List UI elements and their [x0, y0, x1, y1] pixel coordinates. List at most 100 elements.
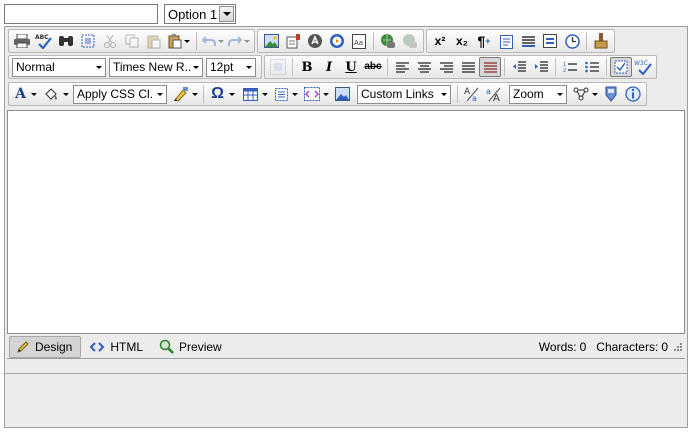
image-manager-icon[interactable] — [260, 31, 282, 51]
find-icon[interactable] — [55, 31, 77, 51]
custom-links-select[interactable]: Custom Links — [357, 84, 451, 104]
design-content-area[interactable] — [7, 110, 685, 334]
font-size-select[interactable]: 12pt — [206, 57, 256, 77]
chevron-down-icon[interactable] — [291, 92, 298, 96]
remove-link-icon[interactable] — [399, 31, 421, 51]
words-value: 0 — [579, 339, 587, 354]
select-all-icon[interactable] — [77, 31, 99, 51]
undo-icon[interactable] — [200, 31, 226, 51]
chevron-down-icon[interactable] — [244, 39, 250, 43]
chevron-down-icon[interactable] — [228, 92, 235, 96]
media-manager-icon[interactable] — [304, 31, 326, 51]
chevron-down-icon[interactable] — [30, 92, 37, 96]
chevron-down-icon[interactable] — [438, 92, 450, 96]
hyperlink-icon[interactable] — [377, 31, 399, 51]
chevron-down-icon[interactable] — [62, 92, 69, 96]
tab-html[interactable]: HTML — [83, 336, 151, 358]
justify-none-icon[interactable] — [479, 57, 501, 77]
format-stripper-icon[interactable] — [590, 31, 612, 51]
format-code-block-icon[interactable] — [170, 84, 200, 104]
svg-text:A: A — [464, 87, 471, 97]
toolbar-group-edit: ABC — [8, 29, 255, 53]
underline-icon[interactable]: U — [340, 57, 362, 77]
font-name-value: Times New R... — [113, 60, 190, 74]
spellcheck-text: ABC — [35, 34, 49, 41]
resize-grip-icon[interactable] — [671, 341, 683, 353]
svg-text:a: a — [486, 87, 491, 96]
align-left-icon[interactable] — [391, 57, 413, 77]
font-color-icon[interactable]: A — [11, 84, 41, 104]
insert-form-element-icon[interactable] — [301, 84, 331, 104]
horizontal-rule-icon[interactable] — [517, 31, 539, 51]
about-icon[interactable] — [622, 84, 644, 104]
css-class-select[interactable]: Apply CSS Cl... — [73, 84, 167, 104]
chevron-down-icon[interactable] — [261, 92, 268, 96]
convert-upper-icon[interactable]: aA — [483, 84, 505, 104]
image-map-editor-icon[interactable] — [331, 84, 353, 104]
svg-text:Aa: Aa — [354, 39, 363, 47]
option-select[interactable]: Option 1 — [164, 4, 236, 24]
toggle-borders-icon[interactable] — [610, 57, 632, 77]
spellcheck-icon[interactable]: ABC — [33, 31, 55, 51]
snippet-icon[interactable] — [495, 31, 517, 51]
outdent-icon[interactable] — [508, 57, 530, 77]
chevron-down-icon[interactable] — [191, 92, 198, 96]
chevron-down-icon[interactable] — [218, 39, 224, 43]
cut-icon[interactable] — [99, 31, 121, 51]
module-manager-icon[interactable] — [570, 84, 600, 104]
multimedia-icon[interactable] — [326, 31, 348, 51]
insert-snippet-icon[interactable] — [271, 84, 301, 104]
italic-icon[interactable]: I — [318, 57, 340, 77]
numbered-list-icon[interactable]: 12 — [559, 57, 581, 77]
chevron-down-icon[interactable] — [190, 65, 202, 69]
copy-icon[interactable] — [121, 31, 143, 51]
chevron-down-icon[interactable] — [184, 39, 190, 43]
words-label: Words: — [538, 339, 577, 354]
insert-symbol-icon[interactable]: Ω — [207, 84, 239, 104]
chevron-down-icon[interactable] — [93, 65, 105, 69]
paste-icon[interactable] — [143, 31, 165, 51]
chevron-down-icon[interactable] — [591, 92, 598, 96]
strikethrough-icon[interactable]: abc — [362, 57, 384, 77]
code-icon — [89, 341, 105, 352]
chevron-down-icon[interactable] — [154, 92, 166, 96]
toolbar-separator — [203, 85, 204, 103]
html-editor: ABC Aa x² x₂ ¶ + Normal Times New R... 1… — [4, 26, 688, 428]
document-manager-icon[interactable]: Aa — [348, 31, 370, 51]
redo-icon[interactable] — [226, 31, 252, 51]
flash-manager-icon[interactable] — [282, 31, 304, 51]
clock-icon[interactable] — [561, 31, 583, 51]
paragraph-format-select[interactable]: Normal — [12, 57, 106, 77]
highlight-color-icon[interactable] — [41, 84, 71, 104]
convert-lower-icon[interactable]: Aa — [461, 84, 483, 104]
indent-icon[interactable] — [530, 57, 552, 77]
paragraph-icon[interactable]: ¶ + — [473, 31, 495, 51]
track-changes-icon[interactable] — [600, 84, 622, 104]
print-icon[interactable] — [11, 31, 33, 51]
bold-icon[interactable]: B — [296, 57, 318, 77]
chevron-down-icon[interactable] — [219, 6, 234, 22]
xhtml-validator-icon[interactable]: W3C — [632, 57, 654, 77]
tab-design[interactable]: Design — [9, 335, 82, 358]
tab-preview[interactable]: Preview — [153, 336, 230, 358]
toolbar-group-insert-2: A Apply CSS Cl... Ω Custom Links A a a A… — [8, 82, 647, 106]
omega-glyph: Ω — [211, 85, 224, 102]
bulleted-list-icon[interactable] — [581, 57, 603, 77]
insert-table-icon[interactable] — [239, 84, 271, 104]
status-strip-divider — [5, 373, 687, 374]
form-element-icon[interactable] — [539, 31, 561, 51]
image-map-icon[interactable] — [267, 57, 289, 77]
justify-icon[interactable] — [457, 57, 479, 77]
paste-options-icon[interactable] — [165, 31, 193, 51]
align-right-icon[interactable] — [435, 57, 457, 77]
subscript-icon[interactable]: x₂ — [451, 31, 473, 51]
font-name-select[interactable]: Times New R... — [109, 57, 203, 77]
custom-links-value: Custom Links — [361, 87, 434, 101]
zoom-select[interactable]: Zoom — [509, 84, 567, 104]
align-center-icon[interactable] — [413, 57, 435, 77]
superscript-icon[interactable]: x² — [429, 31, 451, 51]
top-text-input[interactable] — [4, 4, 158, 24]
chevron-down-icon[interactable] — [554, 92, 566, 96]
chevron-down-icon[interactable] — [322, 92, 329, 96]
chevron-down-icon[interactable] — [243, 65, 255, 69]
